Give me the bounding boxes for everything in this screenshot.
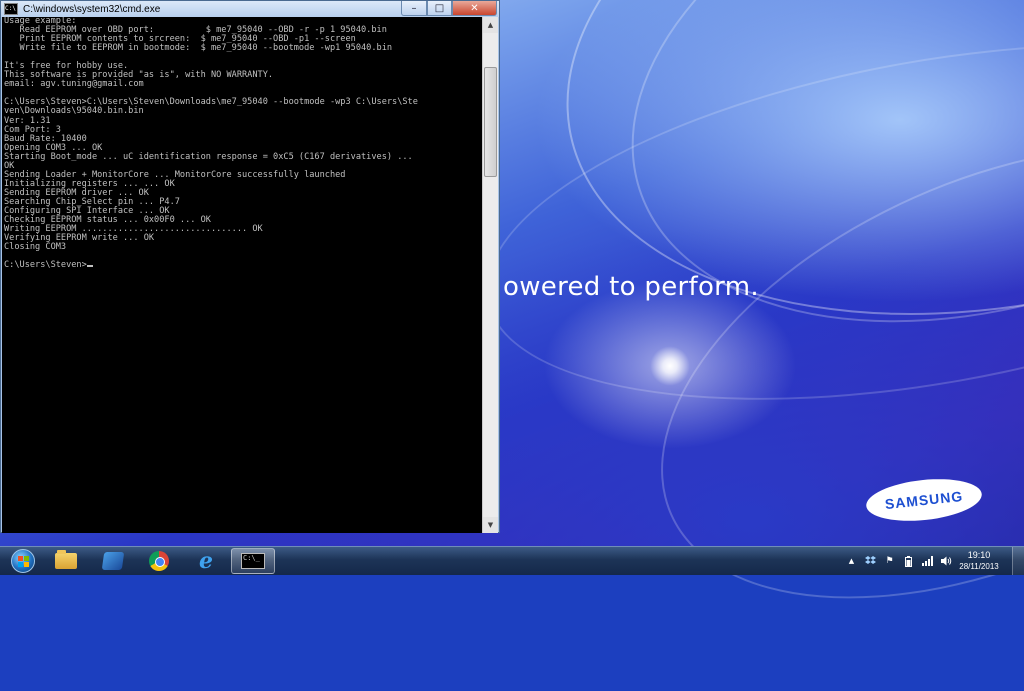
maximize-button[interactable]: □ [427,1,452,16]
console-line: Starting Boot_mode ... uC identification… [4,151,413,162]
samsung-logo-text: SAMSUNG [884,487,964,513]
windows-orb-icon [11,549,35,573]
folder-icon [55,550,77,569]
taskbar-google-chrome[interactable] [137,548,181,574]
window-title: C:\windows\system32\cmd.exe [23,3,161,15]
cmd-icon: C:\_ [241,553,265,569]
action-center-flag-icon[interactable]: ⚑ [884,556,895,567]
cmd-titlebar[interactable]: C:\ C:\windows\system32\cmd.exe – □ ✕ [1,1,499,17]
start-button[interactable] [4,547,42,575]
volume-icon[interactable] [941,556,952,567]
show-hidden-icons-arrow-icon[interactable]: ▲ [846,556,857,567]
taskbar-clock[interactable]: 19:10 28/11/2013 [952,549,1006,572]
text-cursor [86,265,93,268]
console-line: email: agv.tuning@gmail.com [4,79,144,90]
system-tray: ▲ ⚑ [842,547,956,575]
taskbar-command-prompt[interactable]: C:\_ [231,548,275,574]
taskbar: e C:\_ ▲ ⚑ 19:10 28/11/2013 [0,546,1024,575]
minimize-button[interactable]: – [401,1,427,16]
console-line: Closing COM3 [4,242,67,253]
taskbar-internet-explorer[interactable]: e [184,548,228,574]
taskbar-windows-media-player[interactable] [91,548,135,574]
scroll-down-arrow-icon[interactable]: ▼ [483,517,498,533]
console-line: Write file to EEPROM in bootmode: $ me7_… [4,43,393,54]
wallpaper-tagline: owered to perform. [503,272,759,302]
media-player-icon [101,552,125,570]
cmd-icon[interactable]: C:\ [4,3,18,15]
show-desktop-button[interactable] [1012,547,1024,575]
taskbar-windows-explorer[interactable] [44,548,88,574]
scrollbar-thumb[interactable] [484,67,497,177]
close-button[interactable]: ✕ [452,1,497,16]
clock-date: 28/11/2013 [959,562,999,571]
vertical-scrollbar[interactable]: ▲ ▼ [482,17,498,533]
console-text: Usage example: Read EEPROM over OBD port… [2,17,482,270]
cmd-window[interactable]: C:\ C:\windows\system32\cmd.exe – □ ✕ Us… [0,0,500,533]
clock-time: 19:10 [967,550,991,560]
console-output[interactable]: Usage example: Read EEPROM over OBD port… [2,17,482,533]
battery-icon[interactable] [903,555,914,567]
scroll-up-arrow-icon[interactable]: ▲ [483,17,498,33]
chrome-icon [149,551,169,571]
dropbox-icon[interactable] [865,556,876,567]
ie-icon: e [199,548,213,574]
console-line: C:\Users\Steven> [4,260,87,271]
wallpaper-light-glow [650,346,690,386]
network-signal-icon[interactable] [922,556,933,567]
